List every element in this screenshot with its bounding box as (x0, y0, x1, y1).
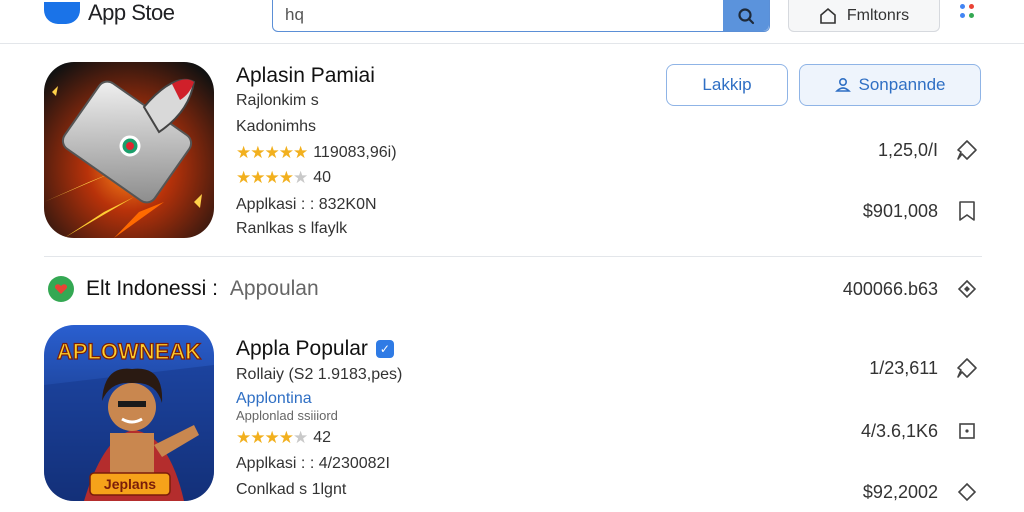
sonpannde-button[interactable]: Sonpannde (799, 64, 981, 106)
diamond-icon[interactable] (955, 480, 979, 504)
featured-metric-price: $901,008 (862, 201, 938, 221)
featured-rating2-count: 40 (313, 169, 332, 186)
search-button[interactable] (723, 0, 769, 31)
sonpannde-button-label: Sonpannde (858, 75, 946, 94)
app-store-logo-icon (44, 2, 80, 24)
filter-button[interactable]: Fmltonrs (788, 0, 940, 32)
second-metric-price: $92,2002 (862, 482, 938, 502)
apps-menu-icon[interactable] (958, 2, 978, 22)
star-rating-icon: ★★★★★ (236, 428, 308, 447)
region-heart-icon (48, 276, 74, 302)
square-icon[interactable] (955, 419, 979, 443)
top-bar: App Stoe Fmltonrs (0, 0, 1024, 44)
second-metric-size: 4/3.6,1K6 (860, 421, 938, 441)
search-input[interactable] (273, 0, 723, 30)
featured-rating-secondary: ★★★★★ 40 (236, 168, 331, 188)
star-rating-icon: ★★★★★ (236, 143, 308, 162)
search-icon (738, 7, 755, 24)
filter-label: Fmltonrs (846, 6, 910, 24)
second-app-developer-link[interactable]: Applontina (236, 390, 312, 408)
bookmark-icon[interactable] (955, 199, 979, 223)
search-bar (272, 0, 770, 32)
second-rating-count: 42 (313, 429, 332, 446)
app-icon-hero[interactable]: APLOWNEAK Jeplans (44, 325, 214, 501)
featured-app-info: Applkasi : : 832K0N (236, 196, 377, 213)
pin-icon[interactable] (955, 138, 979, 162)
icon-banner-text: APLOWNEAK (57, 339, 201, 364)
second-app-note: Applonlad ssiiiord (236, 408, 338, 423)
rocket-phone-icon (44, 62, 214, 238)
second-app-title-text: Appla Popular (236, 337, 368, 360)
icon-caption-text: Jeplans (104, 476, 156, 492)
hero-game-icon: APLOWNEAK Jeplans (44, 325, 214, 501)
section-divider (44, 256, 982, 257)
lakkip-button[interactable]: Lakkip (666, 64, 788, 106)
app-icon-rocket[interactable] (44, 62, 214, 238)
region-metric: 400066.b63 (842, 279, 938, 299)
region-label: Elt Indonessi : (86, 277, 218, 300)
region-category: Appoulan (229, 277, 319, 300)
verified-icon: ✓ (375, 340, 394, 358)
featured-app-category: Kadonimhs (236, 118, 317, 135)
second-app-title[interactable]: Appla Popular ✓ (236, 337, 394, 361)
featured-metric-downloads: 1,25,0/I (877, 140, 938, 160)
second-app-info: Applkasi : : 4/230082I (236, 455, 390, 472)
user-icon (834, 77, 851, 92)
second-rating: ★★★★★ 42 (236, 428, 331, 448)
second-app-subtitle: Rollaiy (S2 1.9183,pes) (236, 366, 403, 383)
lakkip-button-label: Lakkip (702, 75, 752, 94)
pin-icon[interactable] (955, 356, 979, 380)
second-app-contact: Conlkad s 1lgnt (236, 481, 347, 498)
featured-rating: ★★★★★ 119083,96i) (236, 143, 397, 163)
star-rating-icon: ★★★★★ (236, 168, 308, 187)
home-icon (820, 7, 836, 24)
app-name: App Stoe (88, 0, 175, 25)
second-metric-downloads: 1/23,611 (869, 358, 938, 378)
diamond-icon[interactable] (955, 277, 979, 301)
region-row[interactable]: Elt Indonessi : Appoulan (48, 274, 982, 304)
featured-app-rank: Ranlkas s lfaylk (236, 220, 348, 237)
featured-app-title[interactable]: Aplasin Pamiai (236, 64, 375, 88)
featured-rating-count: 119083,96i) (313, 144, 397, 161)
featured-app-subtitle: Rajlonkim s (236, 92, 319, 109)
brand[interactable]: App Stoe (44, 0, 175, 26)
